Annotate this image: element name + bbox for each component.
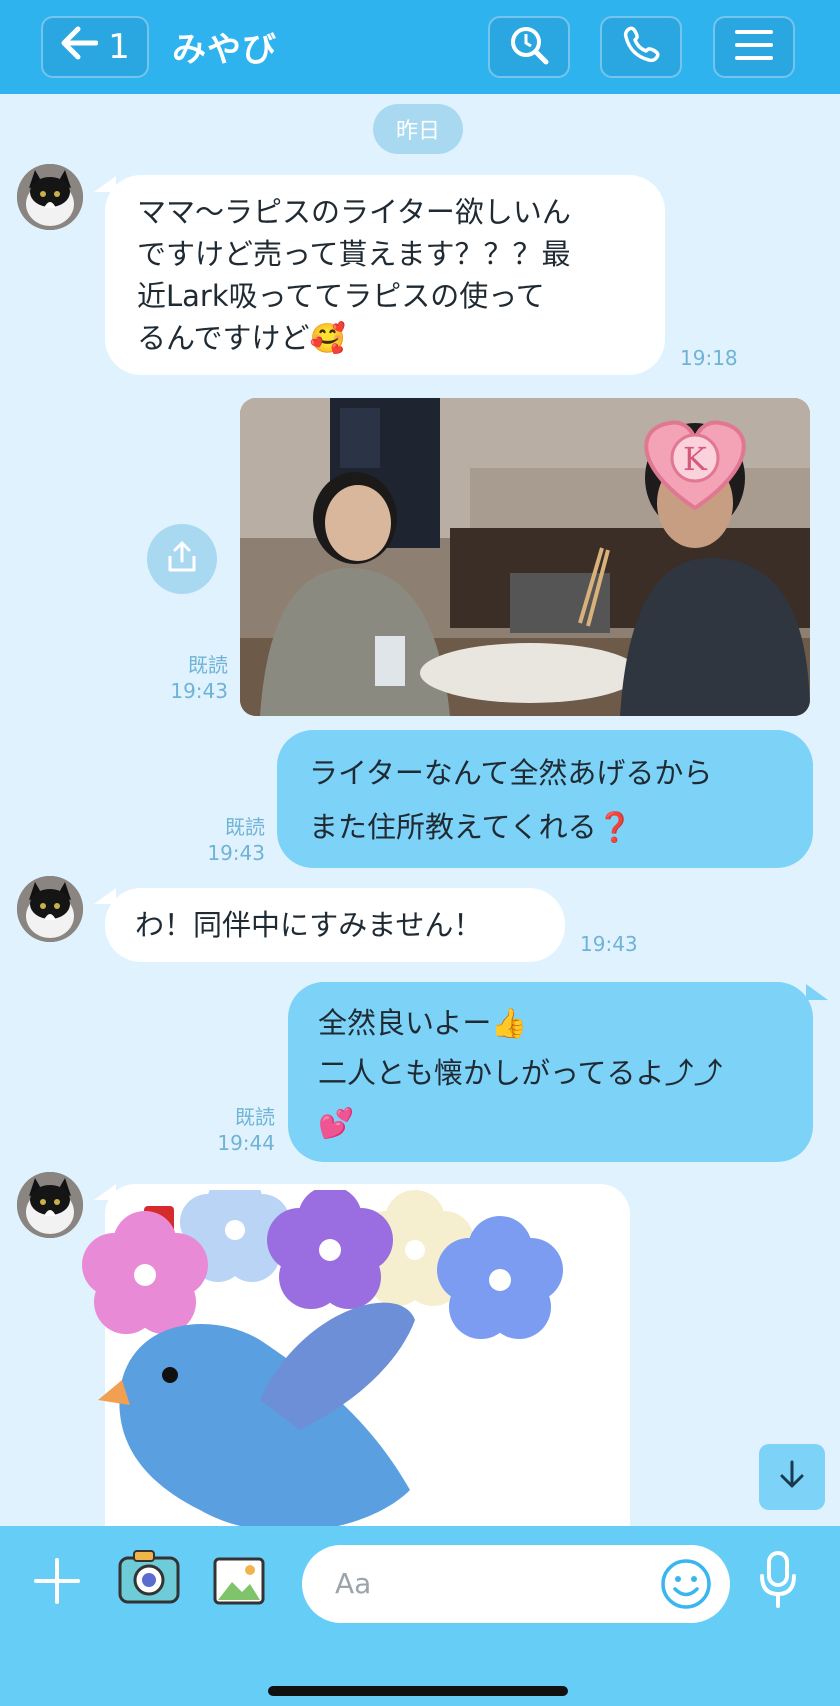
message-line: 近Lark吸っててラピスの使って	[137, 279, 545, 313]
search-icon	[508, 24, 550, 70]
avatar[interactable]	[17, 164, 83, 230]
message-bubble-incoming[interactable]: ママ〜ラピスのライター欲しいん ですけど売って貰えます？？？最 近Lark吸って…	[105, 175, 665, 375]
message-input-placeholder: Aa	[335, 1567, 372, 1600]
sticker-letter: K	[683, 440, 708, 478]
read-receipt-group: 既読 19:43	[160, 652, 228, 704]
call-button[interactable]	[600, 16, 682, 78]
share-button[interactable]	[147, 524, 217, 594]
chat-header: 1 みやび	[0, 0, 840, 94]
arrow-left-icon	[60, 26, 99, 69]
menu-button[interactable]	[713, 16, 795, 78]
message-line: るんですけど🥰	[137, 321, 346, 355]
chat-title: みやび	[172, 30, 277, 70]
search-button[interactable]	[488, 16, 570, 78]
arrow-down-icon	[775, 1458, 809, 1496]
message-line: 💕	[318, 1106, 355, 1140]
message-line: わ！同伴中にすみません！	[135, 908, 483, 942]
message-time: 19:43	[580, 932, 638, 956]
message-line: 全然良いよー👍	[318, 1006, 528, 1040]
image-icon	[212, 1557, 266, 1610]
read-receipt-group: 既読 19:43	[195, 814, 265, 866]
plus-icon	[32, 1558, 82, 1610]
message-time: 19:18	[680, 346, 738, 370]
message-line: ですけど売って貰えます？？？最	[137, 237, 571, 271]
message-line: 二人とも懐かしがってるよ⤴⤴	[318, 1056, 723, 1090]
message-time: 19:43	[170, 679, 228, 703]
message-line: ママ〜ラピスのライター欲しいん	[137, 195, 571, 229]
phone-icon	[621, 25, 661, 69]
read-label: 既読	[188, 653, 228, 677]
read-receipt-group: 既読 19:44	[210, 1104, 275, 1156]
scroll-to-bottom-button[interactable]	[759, 1444, 825, 1510]
photo-message[interactable]: K	[240, 398, 810, 716]
smiley-icon	[660, 1559, 712, 1614]
bird-icon	[98, 1302, 415, 1532]
bubble-tail	[806, 984, 828, 1000]
read-label: 既読	[235, 1105, 275, 1129]
avatar[interactable]	[17, 876, 83, 942]
read-label: 既読	[225, 815, 265, 839]
message-time: 19:43	[207, 841, 265, 865]
back-button[interactable]: 1	[41, 16, 149, 78]
share-icon	[165, 540, 199, 578]
flower-icon	[82, 1190, 563, 1339]
message-bubble-outgoing[interactable]: 全然良いよー👍 二人とも懐かしがってるよ⤴⤴ 💕	[288, 982, 813, 1162]
message-bubble-incoming[interactable]: わ！同伴中にすみません！	[105, 888, 565, 962]
date-separator: 昨日	[373, 104, 463, 154]
home-indicator	[268, 1686, 568, 1696]
image-button[interactable]	[212, 1556, 266, 1610]
mic-icon	[758, 1551, 798, 1614]
camera-icon	[116, 1550, 182, 1610]
camera-button[interactable]	[116, 1546, 182, 1610]
message-line: ライターなんて全然あげるから	[309, 756, 713, 790]
message-time: 19:44	[217, 1131, 275, 1155]
mic-button[interactable]	[758, 1550, 798, 1614]
emoji-button[interactable]	[660, 1558, 712, 1614]
message-line: また住所教えてくれる❓	[309, 810, 633, 844]
unread-count: 1	[108, 27, 130, 67]
message-bubble-outgoing[interactable]: ライターなんて全然あげるから また住所教えてくれる❓	[277, 730, 813, 868]
menu-icon	[734, 28, 774, 66]
add-button[interactable]	[32, 1556, 82, 1610]
